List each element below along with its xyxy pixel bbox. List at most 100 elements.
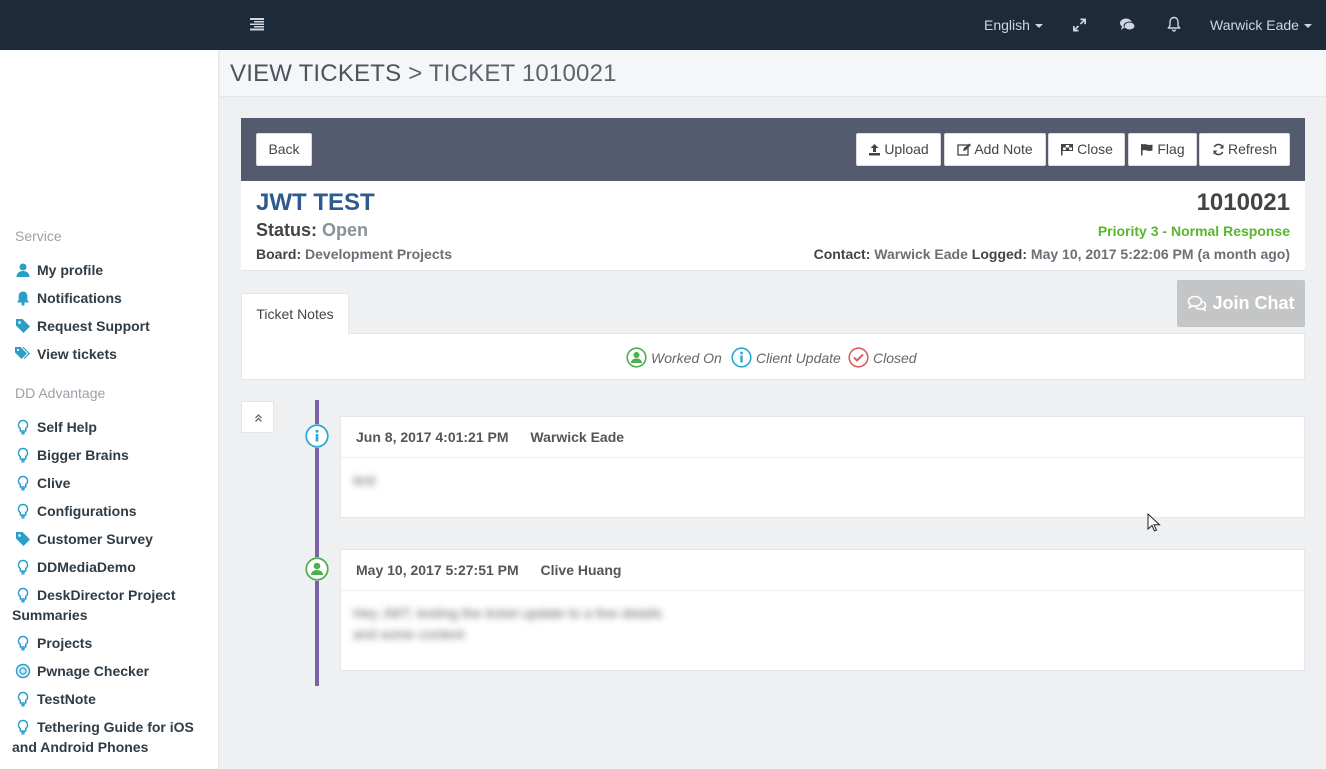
sidebar-item-label: Projects xyxy=(37,635,93,651)
note-text: and some content xyxy=(353,626,465,642)
sidebar-item-my-profile[interactable]: My profile xyxy=(15,260,215,280)
note-body: Hey JWT, testing the ticket update to a … xyxy=(341,591,1304,657)
legend-worked-on: Worked On xyxy=(626,347,722,368)
add-note-button[interactable]: Add Note xyxy=(944,133,1046,166)
sidebar-item-pwnage-checker[interactable]: Pwnage Checker xyxy=(15,661,215,681)
add-note-button-label: Add Note xyxy=(974,141,1033,157)
close-ticket-button[interactable]: Close xyxy=(1048,133,1125,166)
sidebar: Service My profile Notifications Request… xyxy=(0,50,219,769)
sidebar-item-label: Tethering Guide for iOS and Android Phon… xyxy=(12,719,194,755)
chat-icon[interactable] xyxy=(1119,17,1136,33)
note-header: Jun 8, 2017 4:01:21 PM Warwick Eade xyxy=(341,417,1304,458)
join-chat-label: Join Chat xyxy=(1212,293,1295,313)
lightbulb-icon xyxy=(17,503,29,519)
bell-icon[interactable] xyxy=(1167,16,1181,32)
flag-button[interactable]: Flag xyxy=(1128,133,1197,166)
sidebar-item-self-help[interactable]: Self Help xyxy=(15,417,215,437)
note-author: Clive Huang xyxy=(540,562,622,578)
breadcrumb: VIEW TICKETS > TICKET 1010021 xyxy=(220,50,1326,97)
top-navbar: English Warwick Eade xyxy=(0,0,1326,50)
status-value: Open xyxy=(322,220,369,240)
logged-value: May 10, 2017 5:22:06 PM (a month ago) xyxy=(1030,246,1290,262)
sidebar-item-deskdirector-project-summaries[interactable]: DeskDirector Project Summaries xyxy=(12,585,212,625)
close-button-label: Close xyxy=(1077,141,1113,157)
flag-icon xyxy=(1141,144,1153,156)
legend-closed-label: Closed xyxy=(873,350,917,366)
user-menu[interactable]: Warwick Eade xyxy=(1210,0,1312,50)
flag-button-label: Flag xyxy=(1157,141,1185,157)
lightbulb-icon xyxy=(17,691,29,707)
join-chat-button[interactable]: Join Chat xyxy=(1177,280,1305,327)
sidebar-item-configurations[interactable]: Configurations xyxy=(15,501,215,521)
fullscreen-icon[interactable] xyxy=(1072,17,1087,33)
board-label: Board: xyxy=(256,246,302,262)
tag-icon xyxy=(16,532,30,546)
board-value: Development Projects xyxy=(305,246,453,262)
lightbulb-icon xyxy=(17,719,29,735)
lightbulb-icon xyxy=(17,419,29,435)
ticket-status: Status: Open xyxy=(256,220,368,241)
ticket-priority: Priority 3 - Normal Response xyxy=(1097,223,1290,239)
note-body: test xyxy=(341,458,1304,503)
sidebar-item-clive[interactable]: Clive xyxy=(15,473,215,493)
note-type-legend: Worked On Client Update Closed xyxy=(241,333,1305,380)
breadcrumb-current: TICKET 1010021 xyxy=(428,60,617,87)
tags-icon xyxy=(15,347,30,359)
ticket-number: 1010021 xyxy=(1196,189,1290,216)
sidebar-item-label: DeskDirector Project Summaries xyxy=(12,587,176,623)
user-name: Warwick Eade xyxy=(1210,17,1299,33)
sidebar-item-label: Customer Survey xyxy=(37,531,153,547)
upload-button-label: Upload xyxy=(884,141,929,157)
breadcrumb-view-tickets[interactable]: VIEW TICKETS xyxy=(230,60,401,87)
worked-on-icon xyxy=(305,557,329,581)
ticket-subject: JWT TEST xyxy=(256,189,375,216)
page-title: VIEW TICKETS > TICKET 1010021 xyxy=(230,60,617,88)
info-icon xyxy=(731,347,752,368)
sidebar-item-request-support[interactable]: Request Support xyxy=(15,316,215,336)
sidebar-item-notifications[interactable]: Notifications xyxy=(15,288,215,308)
sidebar-item-view-tickets[interactable]: View tickets xyxy=(15,344,215,364)
language-dropdown[interactable]: English xyxy=(984,0,1043,50)
collapse-notes-button[interactable] xyxy=(241,401,274,433)
ticket-contact-logged: Contact: Warwick Eade Logged: May 10, 20… xyxy=(814,246,1290,262)
sidebar-item-label: View tickets xyxy=(37,346,117,362)
sidebar-item-label: TestNote xyxy=(37,691,96,707)
note-timestamp: Jun 8, 2017 4:01:21 PM xyxy=(356,429,509,445)
lightbulb-icon xyxy=(17,475,29,491)
tab-ticket-notes[interactable]: Ticket Notes xyxy=(241,293,349,334)
sidebar-header-dd-advantage: DD Advantage xyxy=(15,385,106,401)
menu-toggle-icon[interactable] xyxy=(249,16,265,32)
sidebar-item-label: Configurations xyxy=(37,503,137,519)
back-button[interactable]: Back xyxy=(256,133,312,166)
note-author: Warwick Eade xyxy=(530,429,625,445)
sidebar-item-label: Clive xyxy=(37,475,71,491)
upload-icon xyxy=(869,144,881,156)
ticket-toolbar: Back Upload Add Note Close Flag Refresh xyxy=(241,118,1305,181)
sidebar-item-projects[interactable]: Projects xyxy=(15,633,215,653)
legend-worked-on-label: Worked On xyxy=(651,350,722,366)
upload-button[interactable]: Upload xyxy=(856,133,941,166)
sidebar-item-ddmediademo[interactable]: DDMediaDemo xyxy=(15,557,215,577)
refresh-button-label: Refresh xyxy=(1227,141,1278,157)
refresh-icon xyxy=(1213,143,1224,156)
legend-client-update: Client Update xyxy=(731,347,841,368)
ticket-note: Jun 8, 2017 4:01:21 PM Warwick Eade test xyxy=(340,416,1305,518)
chevron-down-icon xyxy=(1034,24,1043,29)
sidebar-item-customer-survey[interactable]: Customer Survey xyxy=(15,529,215,549)
chevron-double-up-icon xyxy=(255,414,262,422)
language-label: English xyxy=(984,17,1030,33)
note-header: May 10, 2017 5:27:51 PM Clive Huang xyxy=(341,550,1304,591)
sidebar-item-tethering-guide[interactable]: Tethering Guide for iOS and Android Phon… xyxy=(12,717,212,757)
back-button-label: Back xyxy=(268,141,300,157)
status-label: Status: xyxy=(256,220,318,240)
sidebar-item-testnote[interactable]: TestNote xyxy=(15,689,215,709)
sidebar-header-service: Service xyxy=(15,228,62,244)
legend-client-update-label: Client Update xyxy=(756,350,841,366)
edit-icon xyxy=(957,143,972,156)
sidebar-item-bigger-brains[interactable]: Bigger Brains xyxy=(15,445,215,465)
worked-on-icon xyxy=(626,347,647,368)
mouse-cursor-icon xyxy=(1147,513,1161,532)
ticket-board: Board: Development Projects xyxy=(256,246,452,262)
refresh-button[interactable]: Refresh xyxy=(1199,133,1290,166)
sidebar-item-label: Request Support xyxy=(37,318,150,334)
